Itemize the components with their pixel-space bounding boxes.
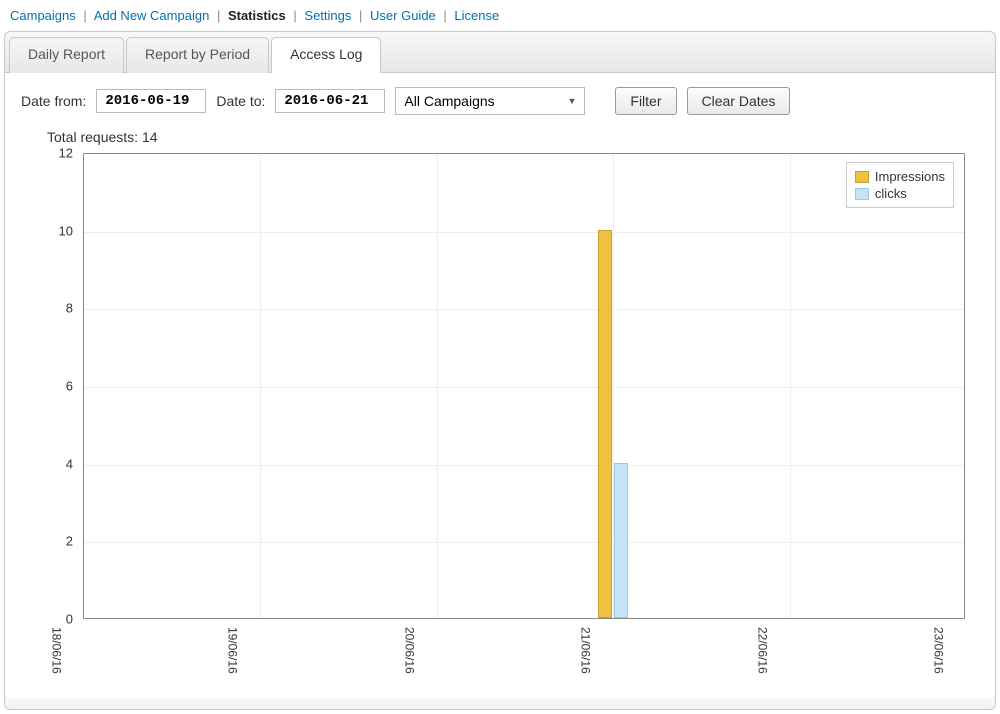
bar-impressions bbox=[598, 230, 612, 618]
filters: Date from: Date to: All Campaigns Filter… bbox=[21, 87, 979, 115]
y-tick-label: 2 bbox=[25, 534, 73, 549]
y-tick-label: 12 bbox=[25, 146, 73, 161]
tabs-card: Daily Report Report by Period Access Log… bbox=[4, 31, 996, 710]
y-tick-label: 10 bbox=[25, 223, 73, 238]
y-tick-label: 6 bbox=[25, 379, 73, 394]
x-tick-label: 22/06/16 bbox=[707, 627, 769, 674]
nav-settings[interactable]: Settings bbox=[304, 8, 351, 23]
y-tick-label: 8 bbox=[25, 301, 73, 316]
nav-campaigns[interactable]: Campaigns bbox=[10, 8, 76, 23]
date-from-input[interactable] bbox=[96, 89, 206, 113]
filter-button[interactable]: Filter bbox=[615, 87, 676, 115]
clear-dates-button[interactable]: Clear Dates bbox=[687, 87, 791, 115]
y-tick-label: 4 bbox=[25, 456, 73, 471]
legend-clicks: clicks bbox=[855, 186, 945, 201]
x-tick-label: 20/06/16 bbox=[354, 627, 416, 674]
clicks-swatch-icon bbox=[855, 188, 869, 200]
nav-license[interactable]: License bbox=[454, 8, 499, 23]
bar-clicks bbox=[614, 463, 628, 618]
campaign-select[interactable]: All Campaigns bbox=[395, 87, 585, 115]
plot-area: Impressions clicks bbox=[83, 153, 965, 619]
legend-impressions: Impressions bbox=[855, 169, 945, 184]
tab-report-by-period[interactable]: Report by Period bbox=[126, 37, 269, 73]
tab-content: Date from: Date to: All Campaigns Filter… bbox=[5, 73, 995, 699]
impressions-swatch-icon bbox=[855, 171, 869, 183]
x-tick-label: 18/06/16 bbox=[2, 627, 64, 674]
nav-user-guide[interactable]: User Guide bbox=[370, 8, 436, 23]
y-tick-label: 0 bbox=[25, 612, 73, 627]
x-tick-label: 21/06/16 bbox=[531, 627, 593, 674]
legend-impressions-label: Impressions bbox=[875, 169, 945, 184]
date-from-label: Date from: bbox=[21, 93, 86, 109]
nav-add-new-campaign[interactable]: Add New Campaign bbox=[94, 8, 210, 23]
legend: Impressions clicks bbox=[846, 162, 954, 208]
date-to-input[interactable] bbox=[275, 89, 385, 113]
tab-access-log[interactable]: Access Log bbox=[271, 37, 381, 73]
x-tick-label: 19/06/16 bbox=[178, 627, 240, 674]
total-requests: Total requests: 14 bbox=[21, 127, 979, 149]
x-tick-label: 23/06/16 bbox=[884, 627, 946, 674]
legend-clicks-label: clicks bbox=[875, 186, 907, 201]
chart: 0 2 4 6 8 10 12 Impressions clicks bbox=[25, 149, 975, 689]
tabs: Daily Report Report by Period Access Log bbox=[5, 32, 995, 73]
date-to-label: Date to: bbox=[216, 93, 265, 109]
tab-daily-report[interactable]: Daily Report bbox=[9, 37, 124, 73]
nav-statistics[interactable]: Statistics bbox=[228, 8, 286, 23]
top-nav: Campaigns | Add New Campaign | Statistic… bbox=[4, 4, 996, 31]
